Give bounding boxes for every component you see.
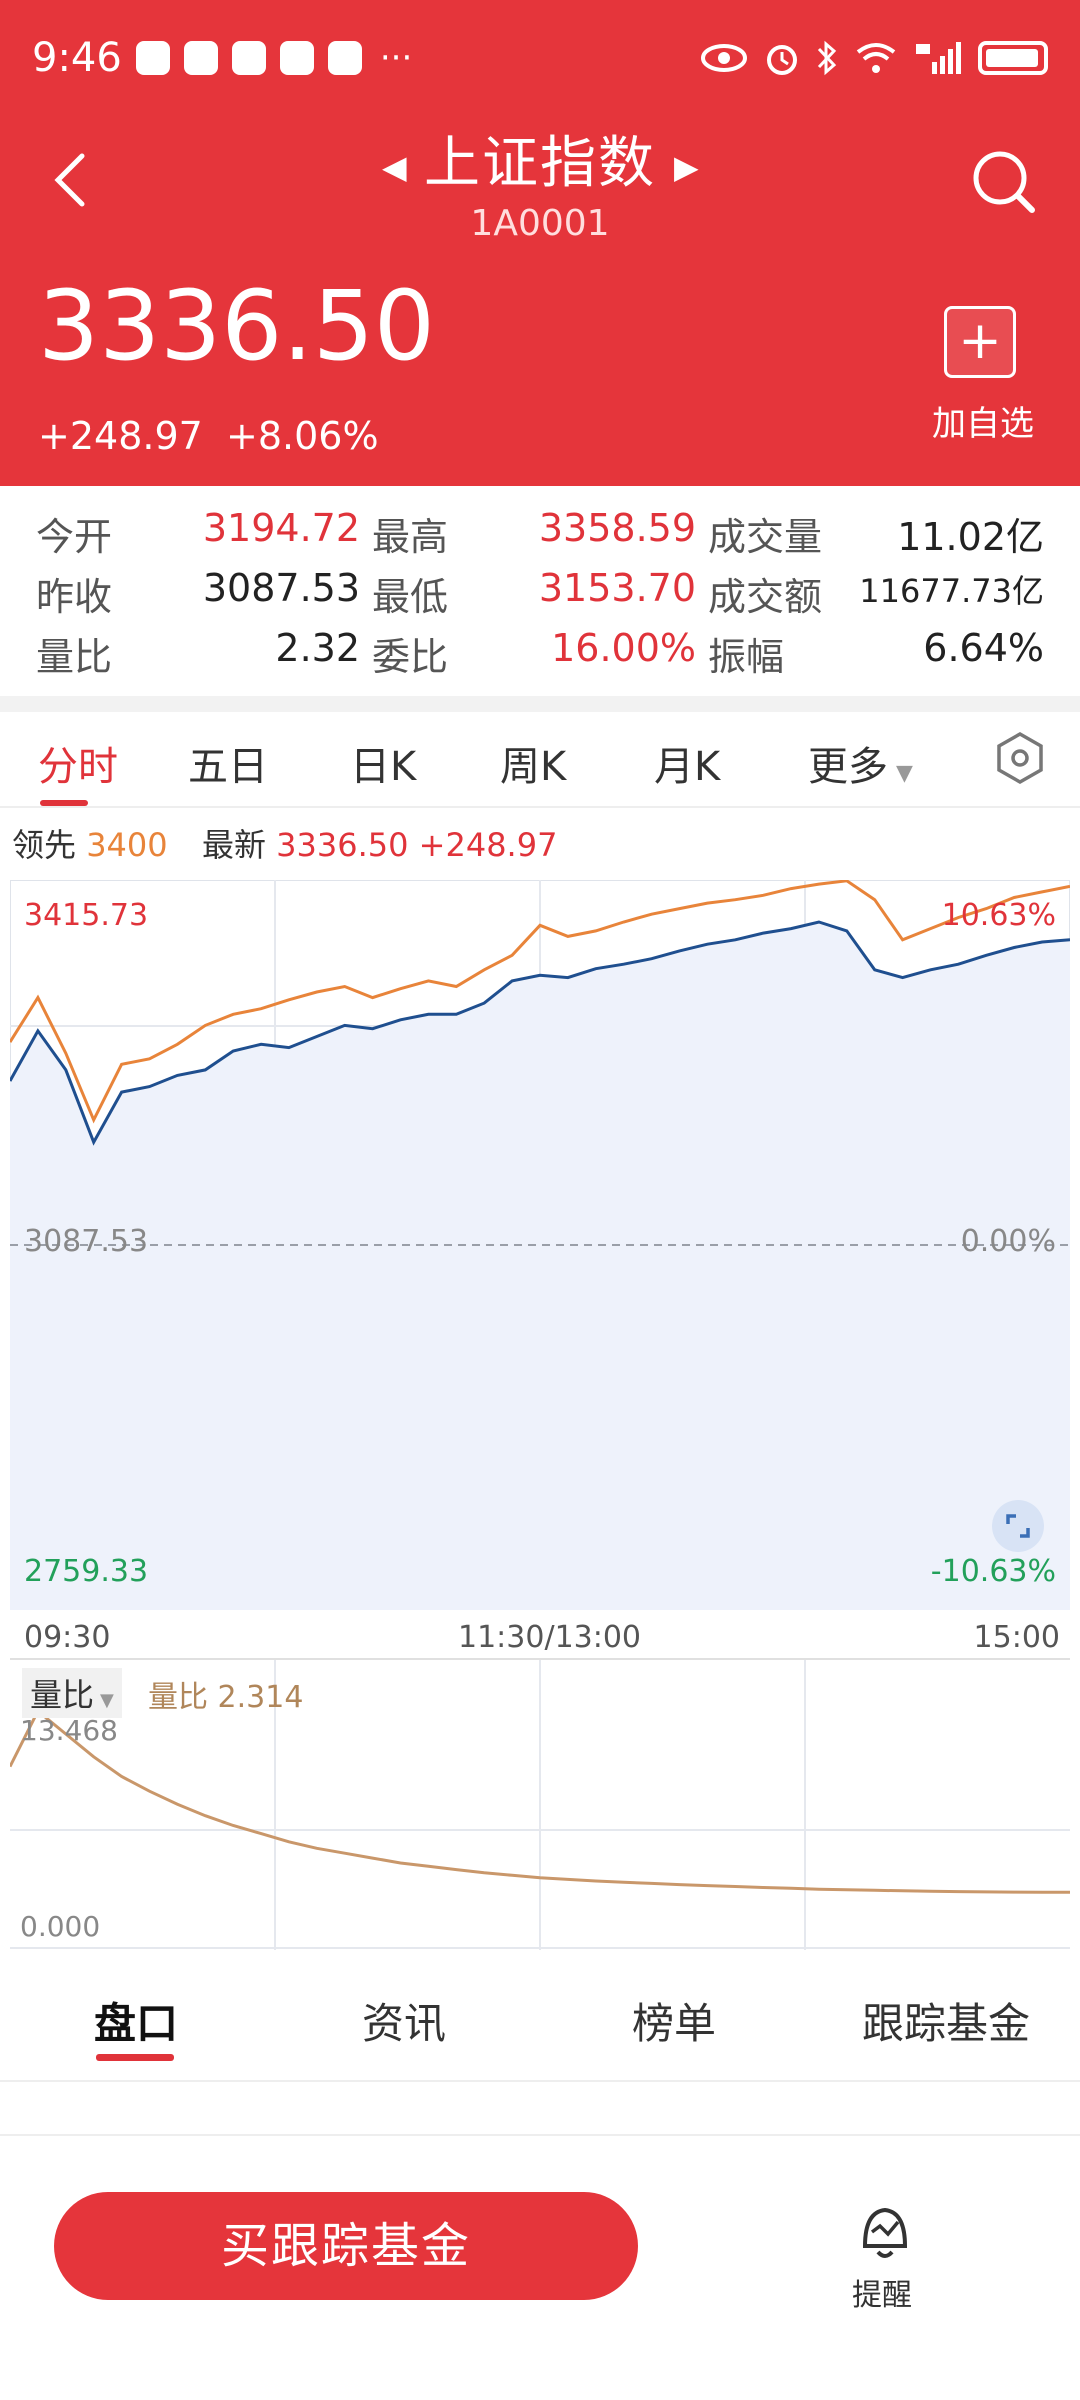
stat-label: 最低 (372, 575, 449, 619)
tab-rankings[interactable]: 榜单 (632, 1990, 716, 2051)
x-label-mid: 11:30/13:00 (458, 1620, 642, 1655)
stat-value: 3153.70 (538, 566, 696, 610)
volume-ratio-select[interactable]: 量比 ▼ (22, 1668, 122, 1718)
volume-ratio-legend: 量比 2.314 (148, 1672, 303, 1716)
tab-more[interactable]: 更多 ▼ (808, 734, 913, 792)
pct-label-mid: 0.00% (960, 1224, 1056, 1259)
add-watchlist-button[interactable]: + (944, 306, 1016, 378)
prev-index-icon[interactable]: ◀ (382, 148, 407, 186)
volume-ratio-label: 量比 (148, 1680, 208, 1715)
active-tab-underline (96, 2054, 174, 2061)
stat-value: 11.02亿 (897, 515, 1044, 559)
lead-label: 领先 (12, 826, 77, 864)
signal-icon (916, 42, 961, 74)
bluetooth-icon (817, 40, 837, 76)
notification-app-icon (183, 41, 218, 75)
caret-down-icon: ▼ (896, 761, 913, 786)
tab-order-book[interactable]: 盘口 (94, 1990, 178, 2051)
tab-news[interactable]: 资讯 (362, 1990, 446, 2051)
stat-label: 昨收 (36, 575, 113, 619)
notification-app-icon (135, 41, 170, 75)
remind-label[interactable]: 提醒 (852, 2270, 912, 2314)
more-notifications: ··· (379, 38, 413, 78)
bottom-action-bar: 买跟踪基金 提醒 (0, 2134, 1080, 2400)
settings-hexagon-icon[interactable] (990, 728, 1050, 788)
index-code: 1A0001 (470, 203, 610, 244)
current-price: 3336.50 (38, 270, 435, 382)
x-label-open: 09:30 (24, 1620, 111, 1655)
tab-more-label: 更多 (808, 744, 888, 790)
stats-row: 量比 2.32 委比 16.00% 振幅 6.64% (36, 626, 1044, 686)
tab-monthly-k[interactable]: 月K (654, 734, 720, 792)
tab-five-day[interactable]: 五日 (188, 734, 268, 792)
buy-tracking-fund-button[interactable]: 买跟踪基金 (54, 2192, 638, 2300)
stat-value: 6.64% (923, 626, 1044, 670)
stat-value: 2.32 (275, 626, 360, 670)
stat-label: 成交额 (708, 575, 823, 619)
caret-down-icon: ▼ (100, 1690, 114, 1711)
tab-daily-k[interactable]: 日K (350, 734, 416, 792)
price-change-percent: +8.06% (226, 414, 379, 458)
detail-tabs: 盘口 资讯 榜单 跟踪基金 (0, 1950, 1080, 2082)
y-label-top: 3415.73 (24, 898, 149, 933)
stat-label: 委比 (372, 635, 449, 679)
volume-ratio-select-label: 量比 (30, 1676, 95, 1714)
stat-value: 3358.59 (538, 506, 696, 550)
alarm-icon (767, 45, 797, 75)
tab-intraday[interactable]: 分时 (38, 734, 118, 792)
stats-row: 今开 3194.72 最高 3358.59 成交量 11.02亿 (36, 506, 1044, 566)
wifi-icon (856, 43, 896, 73)
stat-label: 量比 (36, 635, 113, 679)
stats-row: 昨收 3087.53 最低 3153.70 成交额 11677.73亿 (36, 566, 1044, 626)
intraday-chart-svg (8, 879, 1071, 1611)
volume-ratio-min: 0.000 (20, 1910, 101, 1943)
quote-stats: 今开 3194.72 最高 3358.59 成交量 11.02亿昨收 3087.53 最低 31… (0, 486, 1080, 696)
latest-value: 3336.50 (276, 826, 409, 864)
eye-icon (701, 44, 747, 72)
intraday-chart[interactable]: 3415.73 3087.53 2759.33 10.63% 0.00% -10… (8, 879, 1071, 1611)
fullscreen-icon[interactable] (990, 1498, 1046, 1554)
stat-label: 最高 (372, 515, 449, 559)
status-time: 9:46 (32, 35, 122, 81)
price-change: +248.97 (38, 414, 203, 458)
pct-label-top: 10.63% (941, 898, 1056, 933)
volume-ratio-chart[interactable]: 量比 ▼ 量比 2.314 13.468 0.000 (8, 1658, 1070, 1950)
page-title: 上证指数 (424, 131, 656, 196)
battery-icon (978, 41, 1048, 75)
title-block: 上证指数 1A0001 (0, 118, 1080, 244)
stat-value: 3194.72 (202, 506, 360, 550)
chart-tabs: 分时 五日 日K 周K 月K 更多 ▼ (0, 712, 1080, 808)
stat-label: 振幅 (708, 635, 785, 679)
search-icon[interactable] (970, 148, 1040, 218)
divider (0, 696, 1080, 712)
y-label-bottom: 2759.33 (24, 1554, 149, 1589)
stat-value: 16.00% (551, 626, 696, 670)
pct-label-bottom: -10.63% (930, 1554, 1056, 1589)
quote-header: 9:46 ··· 上证指数 1A0001 ◀ ▶ 3336.50 +248.97… (0, 0, 1080, 486)
latest-label: 最新 (201, 826, 266, 864)
lead-value: 3400 (86, 826, 168, 864)
x-axis-labels: 09:30 11:30/13:00 15:00 (0, 1614, 1080, 1658)
stat-label: 今开 (36, 515, 113, 559)
audio-app-icon (279, 41, 314, 75)
browser-app-icon (327, 41, 362, 75)
chart-legend: 领先 3400 最新 3336.50 +248.97 (12, 820, 557, 866)
tab-tracking-funds[interactable]: 跟踪基金 (862, 1990, 1030, 2051)
status-bar: 9:46 ··· (32, 30, 1048, 86)
active-tab-underline (40, 800, 88, 806)
next-index-icon[interactable]: ▶ (674, 148, 699, 186)
wechat-icon (231, 41, 266, 75)
volume-ratio-max: 13.468 (20, 1714, 118, 1747)
y-label-mid: 3087.53 (24, 1224, 149, 1259)
stat-value: 3087.53 (202, 566, 360, 610)
bell-icon[interactable] (850, 2202, 920, 2262)
stat-value: 11677.73亿 (859, 572, 1044, 610)
volume-ratio-value: 2.314 (217, 1680, 304, 1715)
tab-weekly-k[interactable]: 周K (500, 734, 566, 792)
latest-change: +248.97 (418, 826, 558, 864)
stat-label: 成交量 (708, 515, 823, 559)
add-watchlist-label[interactable]: 加自选 (932, 396, 1034, 445)
x-label-close: 15:00 (973, 1620, 1060, 1655)
